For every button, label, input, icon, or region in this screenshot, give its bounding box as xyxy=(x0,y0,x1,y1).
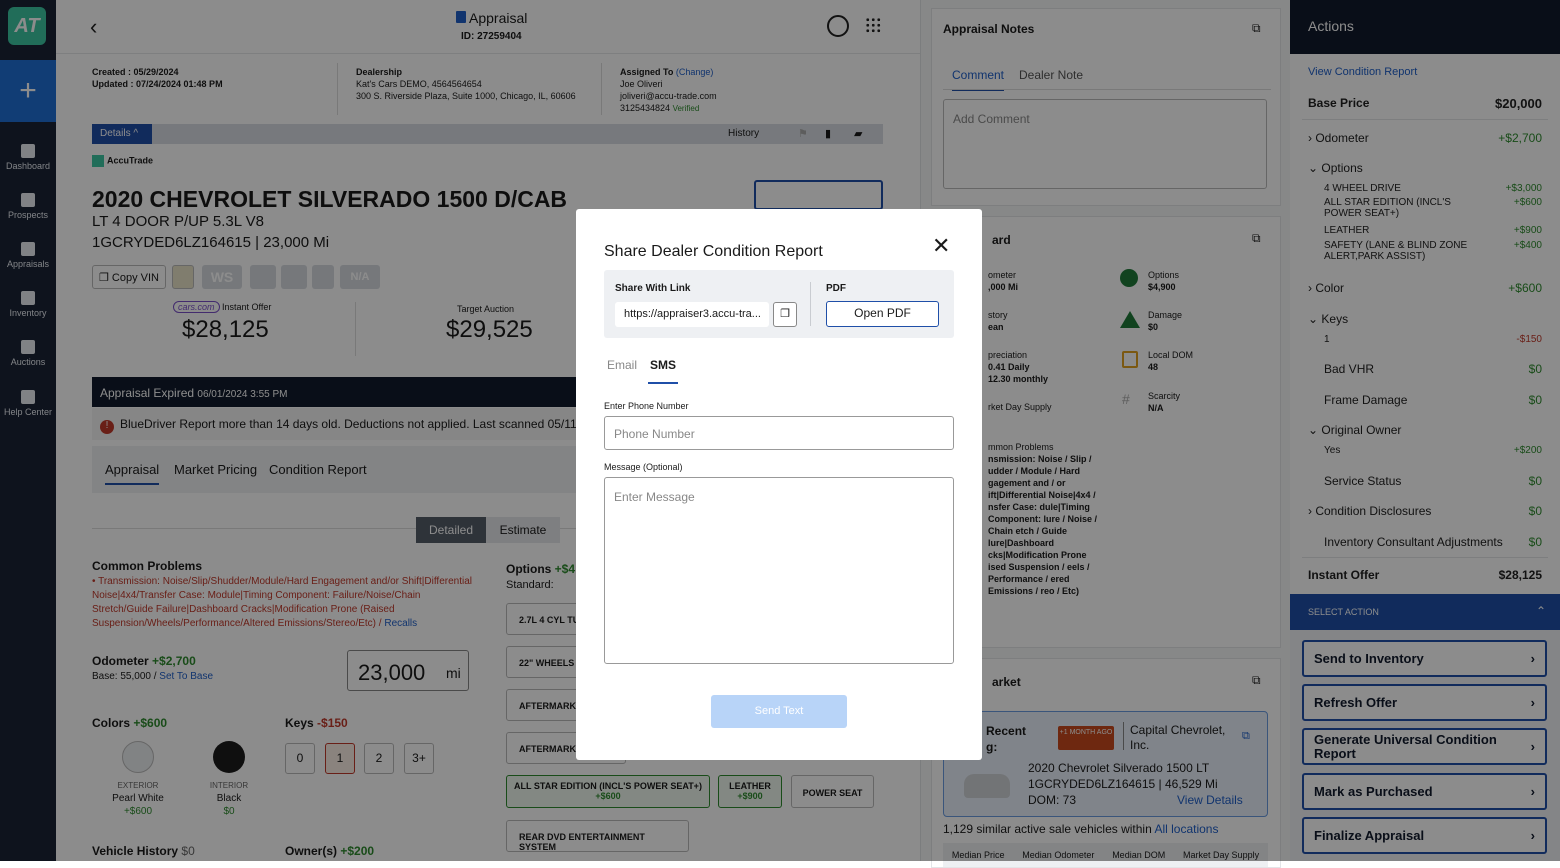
send-text-button[interactable]: Send Text xyxy=(711,695,847,728)
message-label: Message (Optional) xyxy=(604,462,683,472)
pdf-label: PDF xyxy=(826,283,846,294)
divider xyxy=(810,282,811,326)
tab-sms[interactable]: SMS xyxy=(648,358,679,384)
share-panel: Share With Link https://appraiser3.accu-… xyxy=(604,270,954,338)
open-pdf-button[interactable]: Open PDF xyxy=(826,301,939,327)
share-link-label: Share With Link xyxy=(615,283,691,294)
phone-input[interactable]: Phone Number xyxy=(604,416,954,450)
phone-label: Enter Phone Number xyxy=(604,401,689,411)
modal-title: Share Dealer Condition Report xyxy=(604,243,823,260)
close-icon[interactable]: ✕ xyxy=(932,235,950,257)
message-input[interactable]: Enter Message xyxy=(604,477,954,664)
share-link-field[interactable]: https://appraiser3.accu-tra... xyxy=(615,302,769,327)
share-report-modal: Share Dealer Condition Report ✕ Share Wi… xyxy=(576,209,982,760)
copy-link-icon[interactable]: ❐ xyxy=(773,302,797,327)
tab-email[interactable]: Email xyxy=(607,358,637,372)
